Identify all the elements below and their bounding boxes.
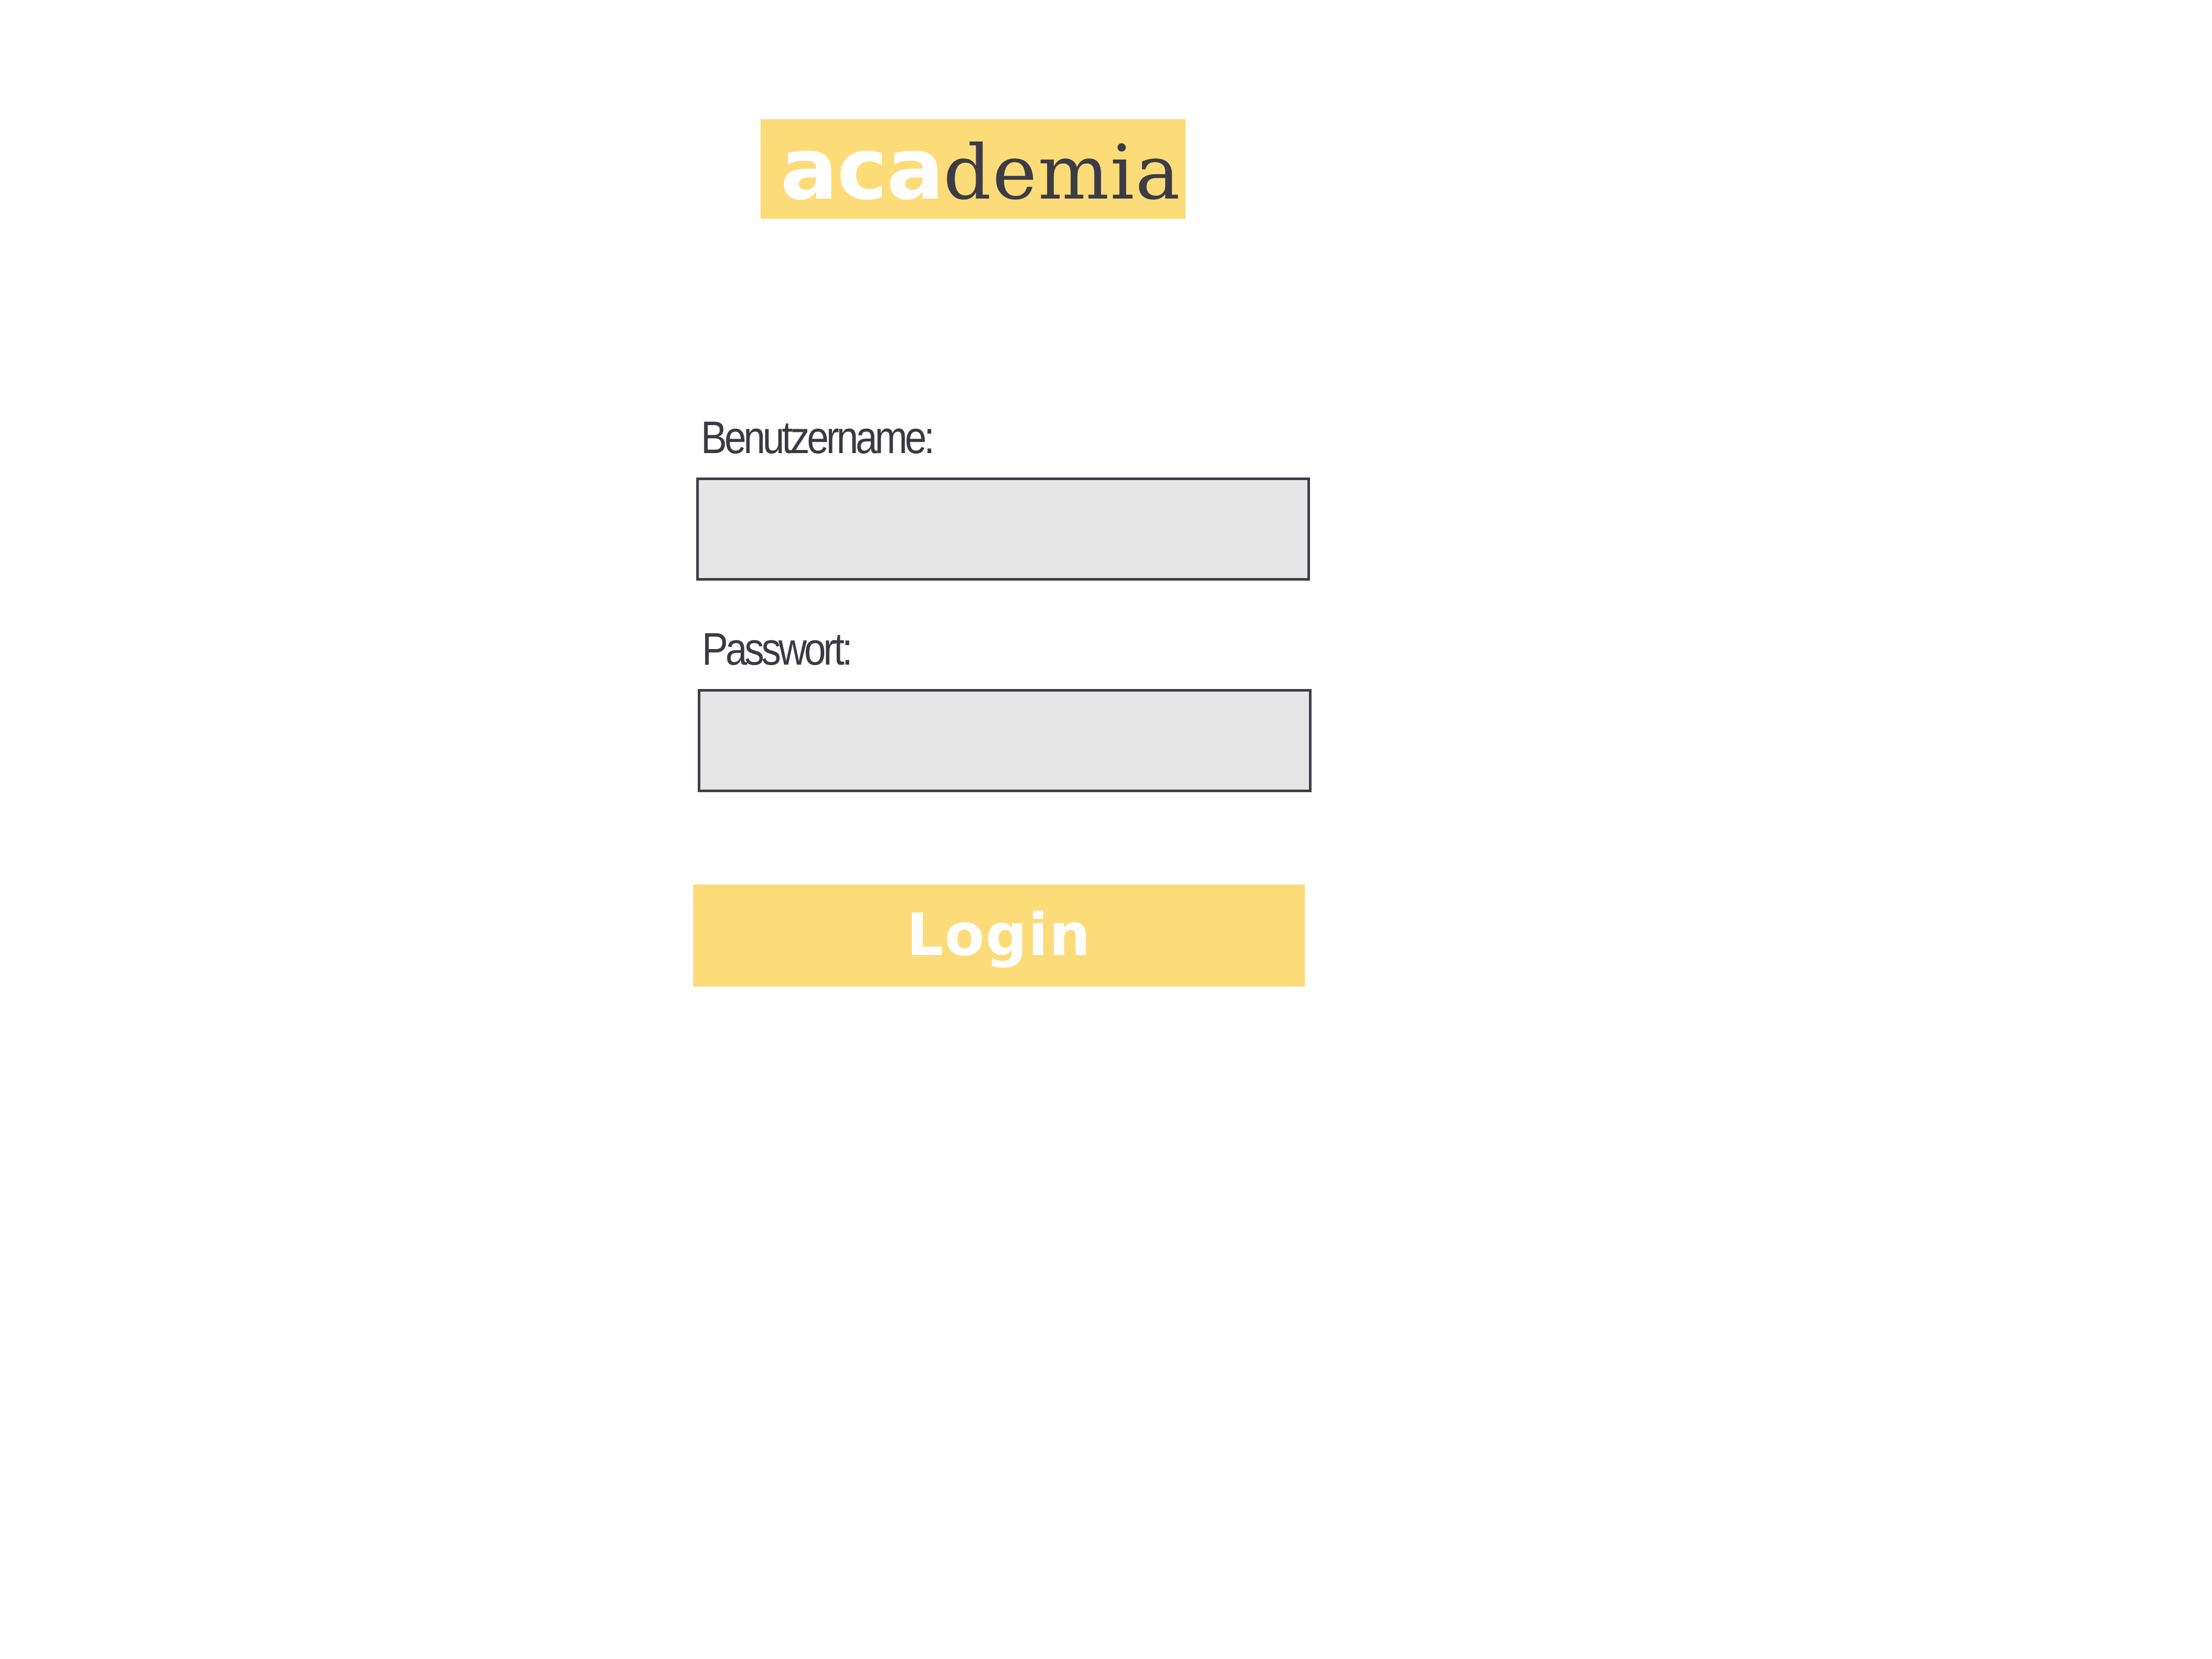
- login-button[interactable]: Login: [693, 884, 1305, 987]
- logo-text-light: demia: [943, 129, 1181, 217]
- username-label: Benutzername:: [701, 412, 935, 463]
- logo-text-bold: aca: [780, 119, 944, 219]
- password-field[interactable]: [698, 689, 1312, 792]
- password-label: Passwort:: [702, 623, 853, 674]
- academia-logo: academia: [760, 119, 1186, 219]
- username-field[interactable]: [696, 477, 1310, 581]
